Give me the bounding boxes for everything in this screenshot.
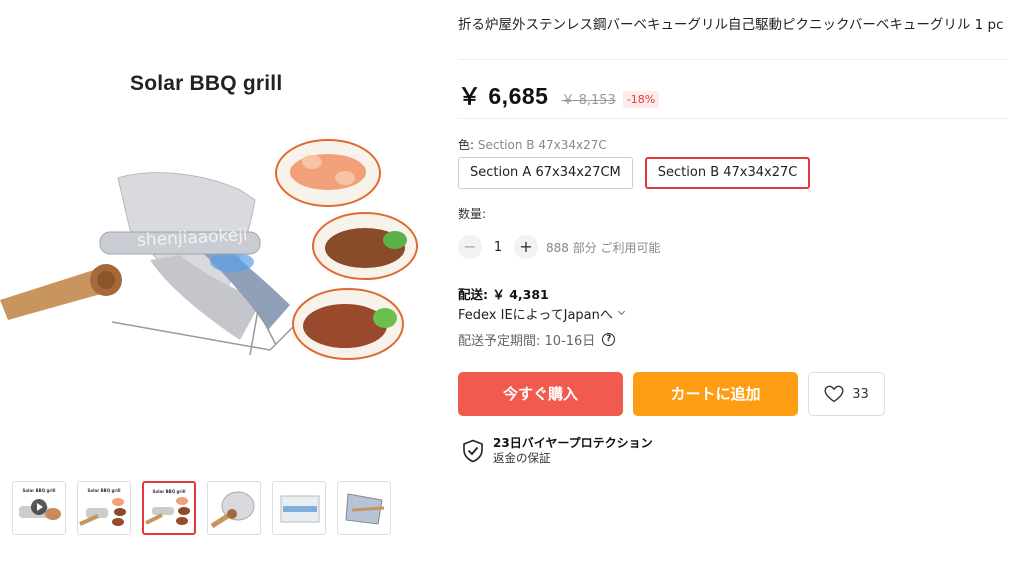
divider [458, 118, 1008, 119]
chevron-down-icon [617, 307, 625, 316]
wishlist-button[interactable]: 33 [808, 372, 885, 416]
variant-options: Section A 67x34x27CM Section B 47x34x27C [458, 157, 811, 189]
wishlist-count: 33 [852, 386, 869, 402]
discount-badge: -18% [622, 91, 660, 108]
product-title: 折る炉屋外ステンレス鋼バーベキューグリル自己駆動ピクニックバーベキューグリル 1… [458, 17, 1004, 33]
current-price: ￥ 6,685 [458, 83, 549, 109]
thumbnail-image [280, 495, 320, 523]
add-to-cart-button[interactable]: カートに追加 [633, 372, 798, 416]
shipping-cost: 配送: ￥ 4,381 [458, 287, 549, 302]
buyer-protection-title: 23日バイヤープロテクション [493, 436, 653, 450]
thumbnail-image-5[interactable] [337, 481, 391, 535]
delivery-estimate: 配送予定期間: 10-16日 ? [458, 330, 616, 349]
heart-icon [824, 385, 844, 403]
shipping-carrier: Fedex IEによってJapanへ [458, 308, 613, 323]
buyer-protection-text: 23日バイヤープロテクション 返金の保証 [493, 436, 653, 466]
buyer-protection: 23日バイヤープロテクション 返金の保証 [462, 436, 653, 466]
thumbnail-image-2[interactable]: Solar BBQ grill [142, 481, 196, 535]
variant-label-text: 色: [458, 138, 475, 152]
thumbnail-image [210, 491, 255, 529]
quantity-stepper: − 1 + 888 部分 ご利用可能 [458, 235, 661, 259]
delivery-estimate-text: 配送予定期間: 10-16日 [458, 334, 596, 349]
divider [458, 59, 1008, 60]
quantity-value[interactable]: 1 [482, 240, 514, 255]
quantity-label: 数量: [458, 207, 487, 221]
main-product-image[interactable]: Solar BBQ grill shenjiaaokeji [0, 0, 430, 460]
original-price: ￥ 8,153 [561, 93, 616, 108]
buyer-protection-subtitle: 返金の保証 [493, 451, 551, 465]
shipping-carrier-selector[interactable]: Fedex IEによってJapanへ [458, 304, 625, 323]
thumbnail-image [145, 497, 190, 525]
thumbnail-image-1[interactable]: Solar BBQ grill [77, 481, 131, 535]
price-row: ￥ 6,685 ￥ 8,153 -18% [458, 77, 660, 111]
buy-now-button[interactable]: 今すぐ購入 [458, 372, 623, 416]
shield-check-icon [463, 439, 483, 463]
thumbnail-image [79, 498, 126, 526]
thumbnail-image-4[interactable] [272, 481, 326, 535]
thumbnail-image [345, 493, 385, 525]
thumbnail-image-3[interactable] [207, 481, 261, 535]
thumbnail-video[interactable]: Solar BBQ grill [12, 481, 66, 535]
variant-option-section-a[interactable]: Section A 67x34x27CM [458, 157, 633, 189]
variant-option-section-b[interactable]: Section B 47x34x27C [644, 157, 811, 189]
play-icon[interactable] [31, 499, 47, 515]
quantity-decrease-button[interactable]: − [458, 235, 482, 259]
variant-label: 色: Section B 47x34x27C [458, 136, 607, 153]
quantity-available: 888 部分 ご利用可能 [546, 240, 661, 255]
help-icon[interactable]: ? [602, 333, 616, 346]
thumbnail-strip: Solar BBQ grill Solar BBQ grill Solar BB… [12, 481, 391, 535]
image-title: Solar BBQ grill [130, 72, 283, 95]
quantity-increase-button[interactable]: + [514, 235, 538, 259]
variant-selected-value: Section B 47x34x27C [477, 138, 607, 152]
